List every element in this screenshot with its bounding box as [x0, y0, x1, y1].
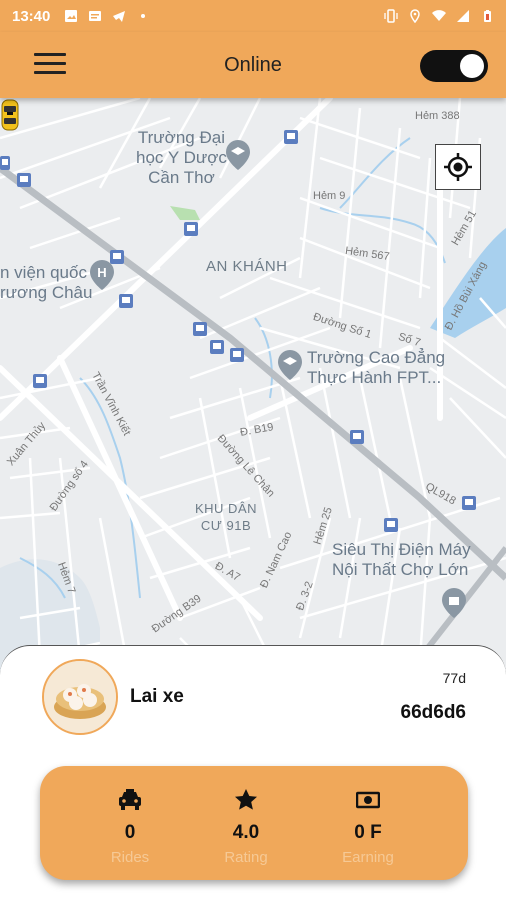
- menu-icon-line: [34, 71, 66, 74]
- stat-rating: 4.0 Rating: [186, 788, 306, 866]
- telegram-icon: [113, 11, 126, 22]
- earning-label: Earning: [342, 849, 394, 866]
- stat-rides: 0 Rides: [70, 788, 190, 866]
- stats-card: 0 Rides 4.0 Rating 0 F Earning: [40, 766, 468, 880]
- menu-button[interactable]: [34, 53, 66, 77]
- menu-icon-line: [34, 62, 66, 65]
- status-time: 13:40: [12, 7, 51, 25]
- map-label-college: Trường Cao Đẳng Thực Hành FPT...: [307, 348, 445, 388]
- location-icon: [410, 9, 420, 23]
- driver-code-small: 77d: [442, 670, 466, 686]
- signal-icon: [457, 10, 469, 22]
- map-label-line: Siêu Thị Điện Máy: [332, 540, 471, 559]
- stat-earning: 0 F Earning: [308, 788, 428, 866]
- wifi-icon: [432, 10, 446, 21]
- map-label-hospital-name: Trường Đại học Y Dược Cần Thơ: [136, 128, 227, 188]
- map-label-line: học Y Dược: [136, 148, 227, 167]
- map-label-hem9: Hẻm 9: [313, 190, 346, 202]
- rating-value: 4.0: [232, 822, 260, 843]
- earning-value: 0 F: [354, 822, 382, 843]
- online-toggle[interactable]: [420, 50, 488, 82]
- map-label-vien: n viện quốc rương Châu: [0, 263, 92, 303]
- shop-pin-icon: [442, 588, 466, 618]
- driver-name: Lai xe: [130, 686, 184, 707]
- my-location-button[interactable]: [435, 144, 481, 190]
- map-label-line: Thực Hành FPT...: [307, 368, 442, 387]
- dim-sum-avatar-icon: [44, 661, 116, 733]
- rating-label: Rating: [224, 849, 268, 866]
- map-label-line: rương Châu: [0, 283, 93, 302]
- map-label-line: Trường Đại: [137, 128, 225, 147]
- map-label-hem388: Hẻm 388: [415, 110, 460, 122]
- map-label-line: Cần Thơ: [148, 168, 215, 187]
- map-label-khu-dan-cu: KHU DÂN CƯ 91B: [195, 500, 257, 534]
- map-view[interactable]: H Trường Đại học Y Dược Cần Thơ Hẻm 388 …: [0, 98, 506, 678]
- driver-code-big: 66d6d6: [400, 702, 466, 723]
- map-label-an-khanh: AN KHÁNH: [206, 258, 288, 275]
- battery-icon: [484, 10, 491, 22]
- map-label-line: CƯ 91B: [200, 518, 252, 533]
- more-notifications-dot-icon: [141, 14, 146, 18]
- toggle-knob: [460, 54, 484, 78]
- svg-text:H: H: [97, 265, 106, 280]
- rides-value: 0: [124, 822, 136, 843]
- school-pin-icon: [226, 140, 250, 170]
- car-icon: [119, 789, 141, 810]
- money-icon: [356, 791, 380, 809]
- map-label-line: Trường Cao Đẳng: [307, 348, 446, 367]
- map-label-sieu-thi: Siêu Thị Điện Máy Nội Thất Chợ Lớn: [332, 540, 471, 580]
- app-bar: Online: [0, 32, 506, 98]
- taxi-marker-icon: [1, 99, 19, 131]
- menu-icon-line: [34, 53, 66, 56]
- message-notification-icon: [89, 11, 102, 21]
- crosshair-icon: [444, 153, 472, 181]
- vibrate-icon: [384, 9, 398, 23]
- status-bar: 13:40: [0, 0, 506, 32]
- map-label-line: KHU DÂN: [195, 501, 258, 516]
- rides-label: Rides: [110, 849, 150, 866]
- avatar[interactable]: [42, 659, 118, 735]
- star-icon: [235, 789, 257, 810]
- image-notification-icon: [65, 10, 78, 22]
- college-pin-icon: [278, 350, 302, 380]
- map-label-line: n viện quốc: [0, 263, 87, 282]
- hospital-pin-icon: H: [90, 260, 114, 290]
- map-label-line: Nội Thất Chợ Lớn: [332, 560, 469, 579]
- driver-info-sheet: Lai xe 77d 66d6d6 0 Rides 4.0 Rating 0 F…: [0, 645, 506, 900]
